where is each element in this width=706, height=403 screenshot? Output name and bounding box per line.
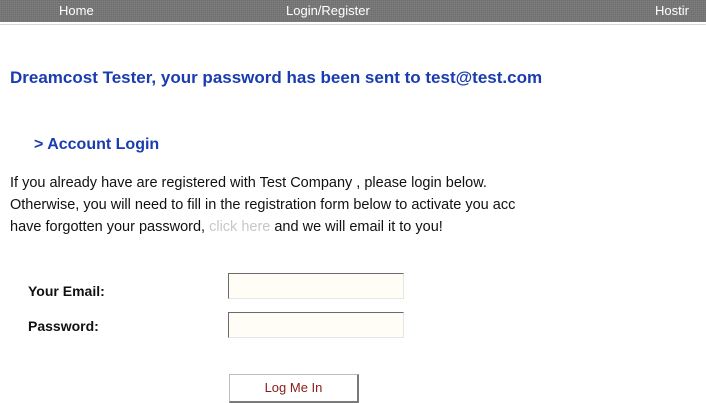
intro-line-3: have forgotten your password, click here… (10, 216, 515, 238)
nav-item-home[interactable]: Home (59, 0, 94, 22)
account-login-heading: > Account Login (34, 136, 160, 153)
nav-item-login-register[interactable]: Login/Register (286, 0, 370, 22)
email-label: Your Email: (28, 283, 105, 299)
password-sent-message: Dreamcost Tester, your password has been… (10, 68, 543, 87)
email-field[interactable] (228, 273, 404, 299)
intro-line-2: Otherwise, you will need to fill in the … (10, 197, 516, 213)
log-me-in-button[interactable]: Log Me In (229, 374, 359, 403)
nav-item-hosting[interactable]: Hostir (655, 0, 689, 22)
intro-line-1: If you already have are registered with … (10, 175, 487, 191)
intro-line-3-end: and we will email it to you! (270, 219, 443, 235)
top-nav-bar: Home Login/Register Hostir (0, 0, 706, 24)
login-intro-text: If you already have are registered with … (10, 172, 515, 238)
password-label: Password: (28, 318, 99, 334)
password-field[interactable] (228, 312, 404, 338)
intro-line-3-start: have forgotten your password, (10, 219, 210, 235)
forgot-password-link[interactable]: click here (209, 219, 270, 235)
